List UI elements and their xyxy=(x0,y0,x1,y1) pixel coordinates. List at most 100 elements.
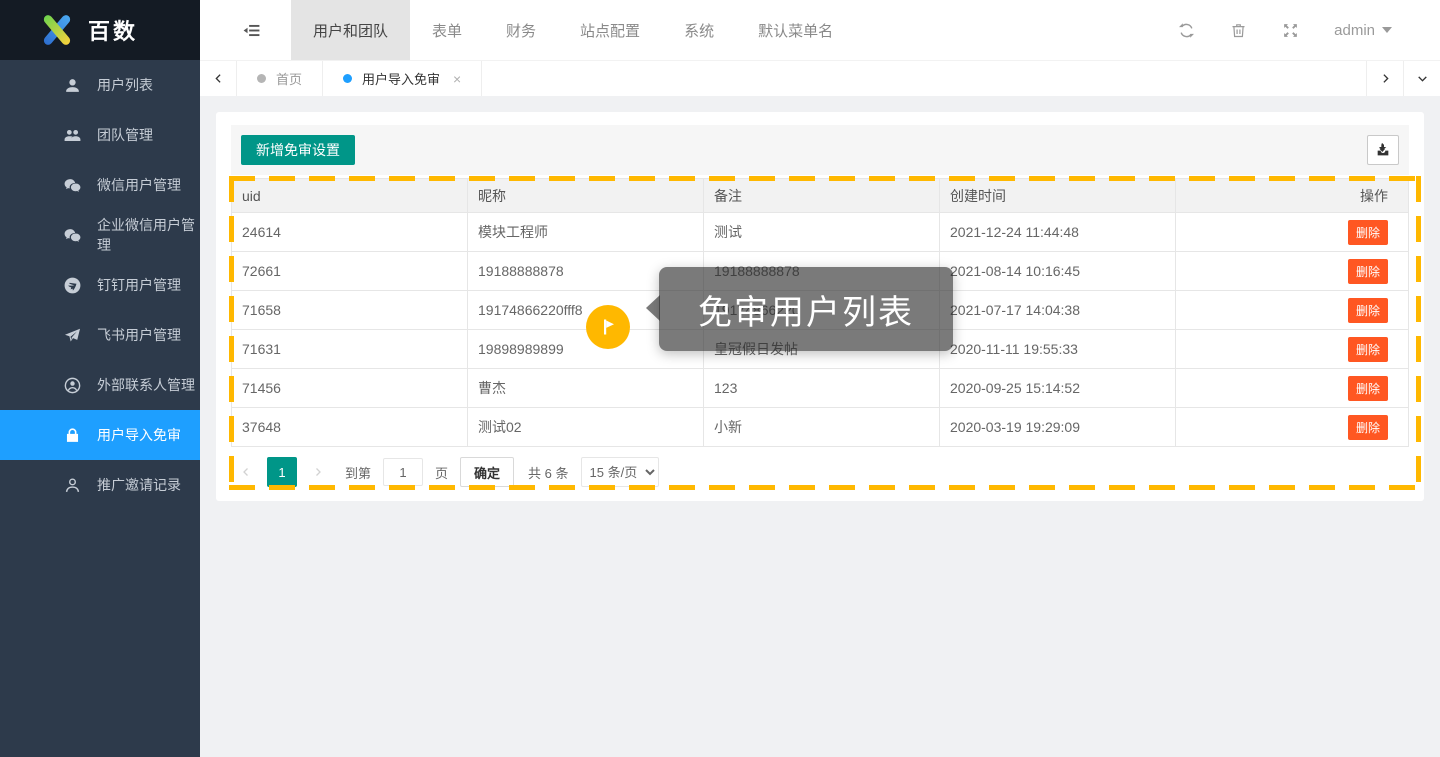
cell-uid: 72661 xyxy=(232,252,468,291)
cell-actions: 删除 xyxy=(1176,252,1409,291)
tab-dot-icon xyxy=(343,74,352,83)
tab-label: 首页 xyxy=(276,69,302,88)
delete-button[interactable]: 删除 xyxy=(1348,259,1388,284)
total-count-label: 共 6 条 xyxy=(528,463,568,482)
username-label: admin xyxy=(1334,22,1375,39)
tab-home[interactable]: 首页 xyxy=(237,61,323,96)
user-dropdown[interactable]: admin xyxy=(1334,22,1392,39)
cell-uid: 71658 xyxy=(232,291,468,330)
table-row: 37648 测试02 小新 2020-03-19 19:29:09 删除 xyxy=(232,408,1409,447)
cell-nickname: 模块工程师 xyxy=(468,213,704,252)
export-button[interactable] xyxy=(1367,135,1399,165)
cell-actions: 删除 xyxy=(1176,291,1409,330)
sidebar-item-wecom-users[interactable]: 企业微信用户管理 xyxy=(0,210,200,260)
tab-import-exempt[interactable]: 用户导入免审 × xyxy=(323,61,482,96)
tab-dot-icon xyxy=(257,74,266,83)
clear-cache-button[interactable] xyxy=(1230,22,1247,39)
topnav-label: 系统 xyxy=(684,20,714,41)
next-page-button[interactable] xyxy=(305,457,331,487)
brand-name: 百数 xyxy=(88,14,138,46)
sidebar-item-label: 钉钉用户管理 xyxy=(97,275,181,295)
chevron-left-icon xyxy=(212,72,225,85)
tabs-scroll-left-button[interactable] xyxy=(200,61,237,96)
top-nav: 用户和团队 表单 财务 站点配置 系统 默认菜单名 xyxy=(291,0,855,60)
sidebar-item-invite-records[interactable]: 推广邀请记录 xyxy=(0,460,200,510)
tour-marker-button[interactable] xyxy=(586,305,630,349)
topnav-item-default-menu[interactable]: 默认菜单名 xyxy=(736,0,855,60)
chevron-left-icon xyxy=(240,466,252,478)
chevron-right-icon xyxy=(1379,72,1392,85)
cell-created: 2021-08-14 10:16:45 xyxy=(940,252,1176,291)
sidebar-menu: 用户列表 团队管理 微信用户管理 企业微信用户管理 钉钉用户管理 飞书用户管理 xyxy=(0,60,200,757)
close-icon[interactable]: × xyxy=(453,71,461,87)
delete-button[interactable]: 删除 xyxy=(1348,220,1388,245)
topnav-item-users-teams[interactable]: 用户和团队 xyxy=(291,0,410,60)
sidebar-item-label: 用户列表 xyxy=(97,75,153,95)
cell-created: 2021-12-24 11:44:48 xyxy=(940,213,1176,252)
sidebar-item-dingtalk-users[interactable]: 钉钉用户管理 xyxy=(0,260,200,310)
sidebar-item-team[interactable]: 团队管理 xyxy=(0,110,200,160)
add-exempt-button[interactable]: 新增免审设置 xyxy=(241,135,355,165)
prev-page-button[interactable] xyxy=(233,457,259,487)
wecom-icon xyxy=(63,226,82,245)
sidebar-item-import-exempt[interactable]: 用户导入免审 xyxy=(0,410,200,460)
fullscreen-button[interactable] xyxy=(1282,22,1299,39)
topnav-item-site-config[interactable]: 站点配置 xyxy=(558,0,662,60)
app-root: 百数 用户列表 团队管理 微信用户管理 企业微信用户管理 钉钉用户管理 xyxy=(0,0,1440,757)
page-number-current[interactable]: 1 xyxy=(267,457,297,487)
dingtalk-icon xyxy=(63,276,82,295)
topnav-item-finance[interactable]: 财务 xyxy=(484,0,558,60)
confirm-page-button[interactable]: 确定 xyxy=(460,457,514,487)
sidebar-item-user-list[interactable]: 用户列表 xyxy=(0,60,200,110)
topnav-item-system[interactable]: 系统 xyxy=(662,0,736,60)
caret-down-icon xyxy=(1382,27,1392,38)
lock-icon xyxy=(63,426,82,445)
topnav-item-forms[interactable]: 表单 xyxy=(410,0,484,60)
topnav-label: 财务 xyxy=(506,20,536,41)
tabs-scroll-right-button[interactable] xyxy=(1366,61,1403,96)
top-header: 用户和团队 表单 财务 站点配置 系统 默认菜单名 admin xyxy=(200,0,1440,60)
cell-uid: 71456 xyxy=(232,369,468,408)
sidebar-item-feishu-users[interactable]: 飞书用户管理 xyxy=(0,310,200,360)
main-area: 用户和团队 表单 财务 站点配置 系统 默认菜单名 admin xyxy=(200,0,1440,757)
brand-logo: 百数 xyxy=(0,0,200,60)
sidebar-item-label: 企业微信用户管理 xyxy=(97,215,200,255)
topnav-label: 表单 xyxy=(432,20,462,41)
refresh-button[interactable] xyxy=(1178,22,1195,39)
cell-remark: 123 xyxy=(704,369,940,408)
pagination: 1 到第 页 确定 共 6 条 15 条/页 xyxy=(231,457,1409,487)
feishu-icon xyxy=(63,326,82,345)
team-icon xyxy=(63,126,82,145)
cell-nickname: 测试02 xyxy=(468,408,704,447)
table-toolbar: 新增免审设置 xyxy=(231,125,1409,175)
trash-icon xyxy=(1230,22,1247,39)
sidebar-item-label: 外部联系人管理 xyxy=(97,375,195,395)
column-header-remark: 备注 xyxy=(704,179,940,213)
delete-button[interactable]: 删除 xyxy=(1348,298,1388,323)
tabs-menu-button[interactable] xyxy=(1403,61,1440,96)
sidebar-item-label: 推广邀请记录 xyxy=(97,475,181,495)
page-word-label: 页 xyxy=(435,463,448,482)
brand-x-icon xyxy=(38,11,76,49)
cell-actions: 删除 xyxy=(1176,369,1409,408)
cell-uid: 71631 xyxy=(232,330,468,369)
goto-page-input[interactable] xyxy=(383,458,423,486)
column-header-created: 创建时间 xyxy=(940,179,1176,213)
table-row: 71456 曹杰 123 2020-09-25 15:14:52 删除 xyxy=(232,369,1409,408)
refresh-icon xyxy=(1178,22,1195,39)
collapse-sidebar-button[interactable] xyxy=(221,0,281,60)
page-size-select[interactable]: 15 条/页 xyxy=(581,457,659,487)
column-header-uid: uid xyxy=(232,179,468,213)
delete-button[interactable]: 删除 xyxy=(1348,337,1388,362)
sidebar-item-wechat-users[interactable]: 微信用户管理 xyxy=(0,160,200,210)
delete-button[interactable]: 删除 xyxy=(1348,376,1388,401)
top-actions: admin xyxy=(1178,22,1440,39)
delete-button[interactable]: 删除 xyxy=(1348,415,1388,440)
invite-icon xyxy=(63,476,82,495)
sidebar-item-external-contacts[interactable]: 外部联系人管理 xyxy=(0,360,200,410)
cell-actions: 删除 xyxy=(1176,408,1409,447)
cell-remark: 测试 xyxy=(704,213,940,252)
cell-created: 2020-03-19 19:29:09 xyxy=(940,408,1176,447)
cell-created: 2020-09-25 15:14:52 xyxy=(940,369,1176,408)
goto-label: 到第 xyxy=(345,463,371,482)
